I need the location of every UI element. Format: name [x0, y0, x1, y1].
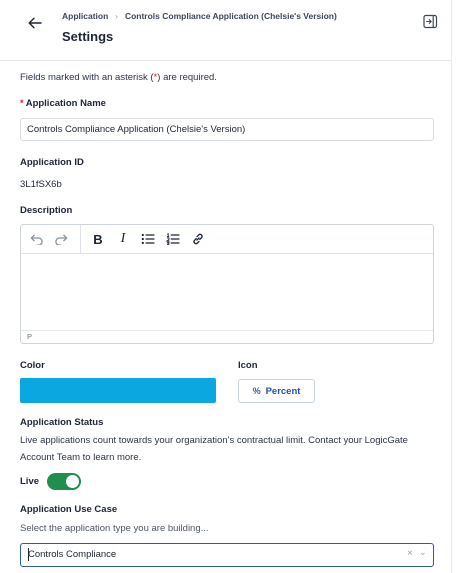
application-name-label-text: Application Name	[25, 98, 106, 109]
use-case-selected-value: Controls Compliance	[28, 549, 117, 560]
color-picker-swatch[interactable]	[20, 378, 216, 403]
undo-icon	[30, 234, 43, 245]
redo-button[interactable]	[52, 230, 70, 248]
breadcrumb-separator: ›	[115, 11, 118, 21]
clear-icon[interactable]: ×	[407, 548, 413, 559]
application-status-description: Live applications count towards your org…	[20, 435, 408, 463]
breadcrumb-item-application[interactable]: Application	[62, 11, 108, 21]
chevron-down-icon[interactable]: ⌄	[419, 547, 427, 558]
italic-button[interactable]: I	[114, 230, 132, 248]
page-title: Settings	[62, 29, 114, 44]
description-editor: B I P	[20, 224, 434, 344]
application-name-label: * Application Name	[20, 98, 106, 109]
back-button[interactable]	[24, 12, 46, 34]
italic-icon: I	[120, 231, 126, 246]
numbered-list-button[interactable]	[164, 230, 182, 248]
breadcrumb-item-current[interactable]: Controls Compliance Application (Chelsie…	[125, 11, 337, 21]
required-fields-note: Fields marked with an asterisk (*) are r…	[20, 72, 217, 83]
collapse-panel-icon	[423, 14, 438, 29]
use-case-helper-text: Select the application type you are buil…	[20, 523, 209, 534]
live-toggle-row: Live	[20, 473, 82, 490]
application-id-label: Application ID	[20, 157, 84, 168]
application-name-input[interactable]	[20, 118, 434, 141]
bold-icon: B	[93, 231, 103, 247]
undo-button[interactable]	[28, 230, 46, 248]
application-use-case-label: Application Use Case	[20, 504, 118, 515]
bullet-list-button[interactable]	[139, 230, 157, 248]
arrow-left-icon	[28, 17, 42, 29]
bold-button[interactable]: B	[89, 230, 107, 248]
description-text-area[interactable]	[21, 255, 433, 330]
required-marker: *	[20, 98, 24, 109]
history-group	[21, 224, 81, 254]
live-toggle-label: Live	[20, 476, 40, 487]
icon-picker-label: Percent	[265, 385, 301, 397]
required-note-suffix: ) are required.	[157, 72, 217, 83]
icon-label: Icon	[238, 360, 258, 371]
format-group: B I	[81, 225, 207, 254]
icon-picker-button[interactable]: % Percent	[238, 379, 315, 403]
editor-toolbar: B I	[21, 224, 433, 254]
application-id-value: 3L1fSX6b	[20, 179, 62, 190]
link-button[interactable]	[189, 230, 207, 248]
right-panel-edge	[451, 0, 457, 573]
collapse-panel-button[interactable]	[423, 14, 438, 29]
live-toggle-switch[interactable]	[47, 473, 82, 490]
percent-icon: %	[252, 386, 261, 396]
redo-icon	[55, 234, 68, 245]
color-label: Color	[20, 360, 45, 371]
bullet-list-icon	[141, 233, 155, 245]
required-note-prefix: Fields marked with an asterisk (	[20, 72, 154, 83]
text-cursor	[28, 548, 29, 561]
toggle-knob	[66, 475, 80, 488]
editor-status-bar: P	[21, 330, 433, 343]
settings-header: Application › Controls Compliance Applic…	[0, 0, 457, 61]
breadcrumb: Application › Controls Compliance Applic…	[62, 11, 337, 21]
application-status-label: Application Status	[20, 417, 104, 428]
numbered-list-icon	[166, 233, 180, 245]
use-case-select[interactable]: Controls Compliance × ⌄	[20, 543, 434, 567]
description-label: Description	[20, 205, 73, 216]
link-icon	[193, 233, 203, 245]
